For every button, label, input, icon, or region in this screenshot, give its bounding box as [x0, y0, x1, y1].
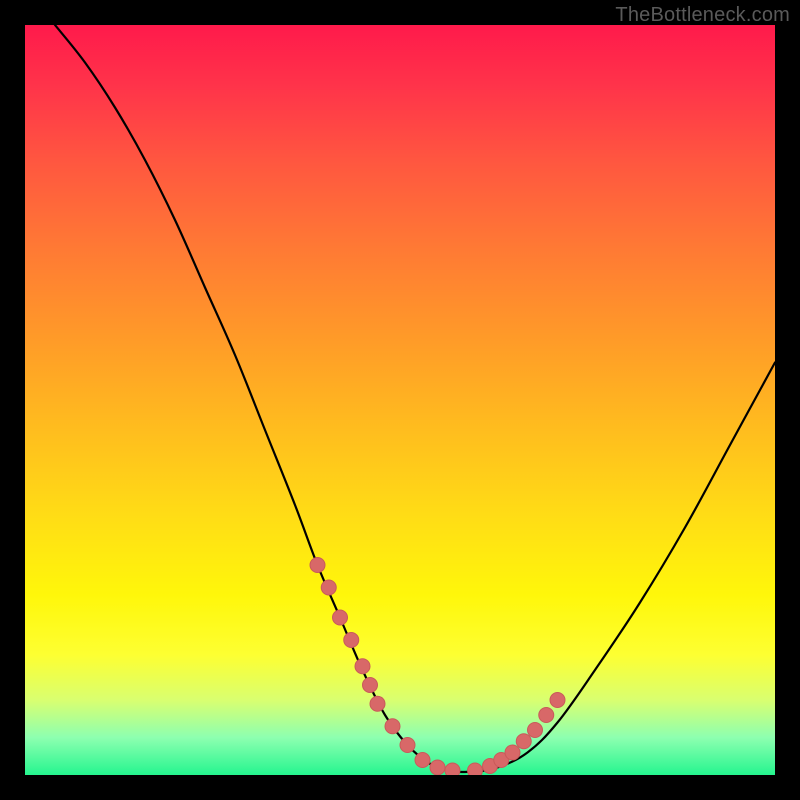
curve-marker [430, 760, 445, 775]
watermark-text: TheBottleneck.com [615, 4, 790, 27]
curve-marker [445, 763, 460, 775]
curve-marker [528, 723, 543, 738]
curve-marker [310, 558, 325, 573]
curve-marker [400, 738, 415, 753]
curve-marker [344, 633, 359, 648]
marker-group [310, 558, 565, 776]
chart-svg [25, 25, 775, 775]
bottleneck-curve [55, 25, 775, 772]
curve-marker [505, 745, 520, 760]
curve-marker [370, 696, 385, 711]
chart-frame: TheBottleneck.com [0, 0, 800, 800]
plot-area [25, 25, 775, 775]
curve-marker [355, 659, 370, 674]
curve-marker [539, 708, 554, 723]
curve-marker [321, 580, 336, 595]
curve-marker [415, 753, 430, 768]
curve-marker [468, 763, 483, 775]
curve-marker [516, 734, 531, 749]
curve-marker [550, 693, 565, 708]
curve-marker [363, 678, 378, 693]
curve-marker [333, 610, 348, 625]
curve-marker [385, 719, 400, 734]
